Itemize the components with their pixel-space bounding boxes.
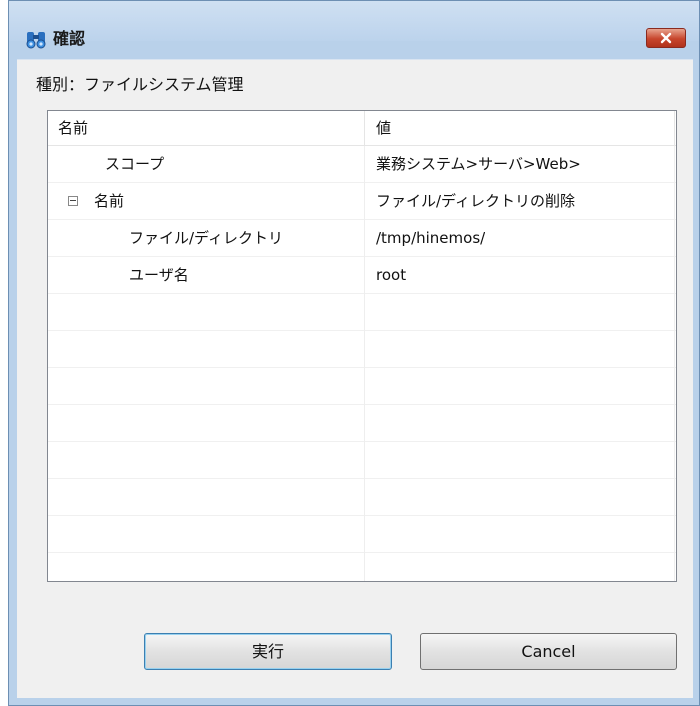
row-name: ユーザ名	[129, 266, 189, 284]
row-value: 業務システム>サーバ>Web>	[376, 155, 581, 173]
title-bar[interactable]: 確認	[9, 1, 699, 49]
table-row[interactable]	[48, 331, 676, 368]
table-row[interactable]: スコープ 業務システム>サーバ>Web>	[48, 146, 676, 183]
binoculars-icon	[25, 28, 47, 50]
close-button[interactable]	[646, 28, 686, 48]
type-label: 種別：ファイルシステム管理	[36, 75, 244, 94]
properties-table[interactable]: 名前 値 スコープ 業務システム>サーバ>Web> 名前 ファイル/ディレクトリ…	[47, 110, 677, 582]
table-row[interactable]	[48, 516, 676, 553]
table-row[interactable]: ユーザ名 root	[48, 257, 676, 294]
confirm-dialog: 確認 種別：ファイルシステム管理 名前 値 スコープ 業務システム>サーバ>We…	[8, 0, 700, 706]
collapse-toggle-icon[interactable]	[68, 196, 78, 206]
table-row[interactable]	[48, 442, 676, 479]
column-header-name[interactable]: 名前	[58, 111, 88, 145]
table-row[interactable]	[48, 294, 676, 331]
column-grid-line	[364, 146, 365, 581]
table-row[interactable]	[48, 405, 676, 442]
cancel-button[interactable]: Cancel	[420, 633, 677, 670]
column-divider[interactable]	[674, 111, 675, 145]
row-value: /tmp/hinemos/	[376, 229, 486, 247]
row-name: ファイル/ディレクトリ	[129, 229, 284, 247]
row-name: 名前	[94, 192, 125, 210]
table-header: 名前 値	[48, 111, 676, 146]
table-row[interactable]	[48, 479, 676, 516]
column-header-value[interactable]: 値	[376, 111, 391, 145]
dialog-body: 種別：ファイルシステム管理 名前 値 スコープ 業務システム>サーバ>Web> …	[17, 59, 693, 698]
table-row[interactable]	[48, 368, 676, 405]
table-body: スコープ 業務システム>サーバ>Web> 名前 ファイル/ディレクトリの削除 フ…	[48, 146, 676, 581]
column-divider[interactable]	[364, 111, 365, 145]
table-row[interactable]: 名前 ファイル/ディレクトリの削除	[48, 183, 676, 220]
table-row[interactable]: ファイル/ディレクトリ /tmp/hinemos/	[48, 220, 676, 257]
row-value: ファイル/ディレクトリの削除	[376, 192, 576, 210]
column-grid-line	[674, 146, 675, 581]
close-icon	[660, 32, 672, 44]
execute-button[interactable]: 実行	[144, 633, 392, 670]
row-name: スコープ	[105, 155, 165, 173]
row-value: root	[376, 266, 407, 284]
dialog-title: 確認	[53, 29, 86, 48]
table-row[interactable]	[48, 553, 676, 581]
